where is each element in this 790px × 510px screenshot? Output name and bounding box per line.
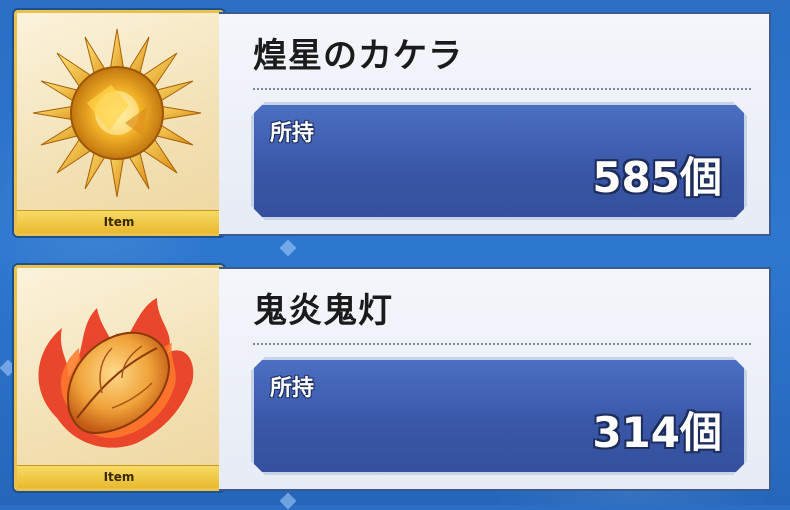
owned-count: 585個: [592, 153, 722, 202]
owned-label: 所持: [270, 121, 315, 146]
item-info-panel: 鬼炎鬼灯 所持 314個: [219, 267, 771, 491]
item-type-label: Item: [17, 465, 221, 488]
item-icon-frame: Item: [14, 265, 224, 491]
divider: [253, 88, 751, 90]
item-type-label: Item: [17, 210, 221, 233]
owned-count: 314個: [592, 408, 722, 457]
item-card-1[interactable]: Item 煌星のカケラ 所持 585個: [14, 10, 774, 240]
item-icon-frame: Item: [14, 10, 224, 236]
item-card-2[interactable]: Item 鬼炎鬼灯 所持 314個: [14, 265, 774, 495]
item-name: 煌星のカケラ: [253, 36, 463, 76]
item-info-panel: 煌星のカケラ 所持 585個: [219, 12, 771, 236]
owned-label: 所持: [270, 376, 315, 401]
flaming-lantern-plant-icon: [38, 298, 194, 448]
golden-star-shard-icon: [32, 28, 202, 198]
owned-count-box: 所持 314個: [251, 357, 747, 475]
owned-count-box: 所持 585個: [251, 102, 747, 220]
divider: [253, 343, 751, 345]
item-name: 鬼炎鬼灯: [253, 291, 393, 331]
